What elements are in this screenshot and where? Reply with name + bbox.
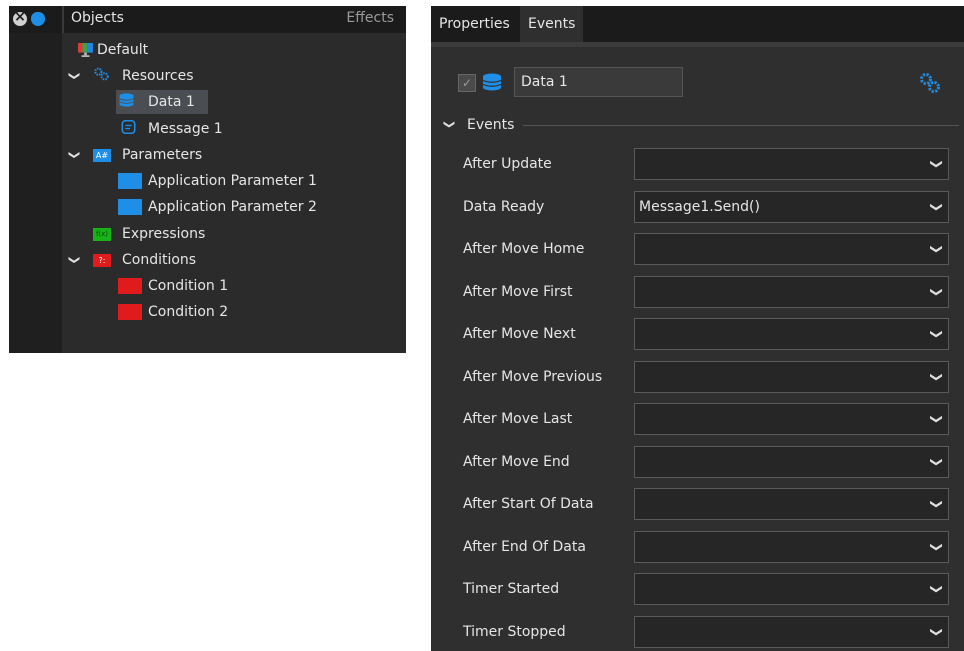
- event-row: After Move End ❯: [447, 445, 952, 479]
- event-handler-select[interactable]: ❯: [634, 360, 952, 393]
- tree-node-label: Data 1: [148, 94, 195, 110]
- event-handler-select[interactable]: ❯: [634, 233, 949, 265]
- section-title-events[interactable]: Events: [467, 114, 514, 136]
- tree-node-label: Condition 1: [148, 278, 229, 294]
- event-handler-select[interactable]: ❯: [634, 530, 952, 563]
- event-row: After End Of Data ❯: [447, 530, 952, 564]
- event-row: Timer Started ❯: [447, 572, 952, 606]
- event-label: After Move Next: [463, 326, 576, 342]
- event-handler-select[interactable]: ❯: [634, 403, 949, 435]
- tree-node-label: Application Parameter 1: [148, 173, 317, 189]
- tree-gutter: [9, 6, 62, 353]
- tab-properties[interactable]: Properties: [431, 6, 518, 42]
- chevron-down-icon[interactable]: ❯: [922, 541, 952, 551]
- chevron-down-icon[interactable]: ❯: [62, 251, 86, 269]
- event-handler-select[interactable]: ❯: [634, 318, 949, 350]
- event-label: After Update: [463, 156, 552, 172]
- event-label: After Move Previous: [463, 368, 603, 385]
- close-icon[interactable]: [13, 9, 27, 26]
- tree-node-label: Resources: [122, 68, 194, 84]
- chevron-down-icon[interactable]: ❯: [922, 414, 952, 424]
- chevron-down-icon[interactable]: ❯: [922, 286, 952, 296]
- parameter-icon: [118, 173, 142, 189]
- condition-icon: [118, 278, 142, 294]
- event-label: Timer Stopped: [463, 623, 566, 640]
- tab-underline: [431, 42, 964, 47]
- event-handler-select[interactable]: ❯: [634, 615, 952, 648]
- event-label: After End Of Data: [463, 538, 586, 555]
- tree-node-label: Application Parameter 2: [148, 199, 317, 215]
- parameters-icon: A#: [93, 149, 111, 162]
- properties-panel: Properties Events ✓ Data 1 ❯ Events Afte…: [431, 6, 964, 651]
- tab-events[interactable]: Events: [520, 6, 584, 42]
- tree-node-label: Default: [97, 42, 149, 58]
- shield-icon[interactable]: [31, 12, 45, 26]
- gears-icon: [94, 67, 109, 81]
- enabled-checkbox[interactable]: ✓: [458, 74, 476, 92]
- tree-header: Objects Effects: [9, 6, 406, 33]
- event-row: After Move Last ❯: [447, 402, 952, 436]
- parameter-icon: [118, 199, 142, 215]
- event-row: Data Ready Message1.Send() ❯: [447, 190, 952, 224]
- chevron-down-icon[interactable]: ❯: [922, 201, 952, 211]
- header-divider: [62, 6, 64, 33]
- chevron-down-icon[interactable]: ❯: [443, 120, 456, 129]
- tree-node-label: Conditions: [122, 252, 197, 268]
- event-handler-value: Message1.Send(): [639, 198, 760, 215]
- database-icon: [119, 93, 134, 107]
- condition-icon: ?:: [93, 254, 111, 267]
- chevron-down-icon[interactable]: ❯: [922, 626, 952, 636]
- condition-icon: [118, 304, 142, 320]
- event-label: After Start Of Data: [463, 496, 594, 512]
- event-label: After Move First: [463, 283, 573, 300]
- event-handler-select[interactable]: ❯: [634, 488, 949, 520]
- database-icon: [482, 73, 502, 91]
- tree-node-label: Condition 2: [148, 304, 229, 320]
- event-handler-select[interactable]: ❯: [634, 275, 952, 308]
- event-row: After Move Previous ❯: [447, 360, 952, 394]
- event-row: After Move Next ❯: [447, 317, 952, 351]
- tree-node-label: Expressions: [122, 226, 206, 242]
- event-handler-select[interactable]: Message1.Send() ❯: [634, 190, 952, 223]
- tab-effects[interactable]: Effects: [346, 10, 394, 26]
- event-handler-select[interactable]: ❯: [634, 573, 949, 605]
- message-icon: [121, 120, 136, 134]
- event-row: After Move Home ❯: [447, 232, 952, 266]
- event-handler-select[interactable]: ❯: [634, 445, 952, 478]
- chevron-down-icon[interactable]: ❯: [922, 456, 952, 466]
- event-label: After Move End: [463, 453, 570, 470]
- tab-objects[interactable]: Objects: [71, 10, 124, 26]
- event-label: Timer Started: [463, 581, 560, 597]
- chevron-down-icon[interactable]: ❯: [922, 499, 952, 509]
- gears-icon[interactable]: [919, 72, 941, 94]
- event-label: After Move Home: [463, 241, 585, 257]
- chevron-down-icon[interactable]: ❯: [922, 244, 952, 254]
- chevron-down-icon[interactable]: ❯: [922, 371, 952, 381]
- object-tree-panel: Objects Effects Default ❯ Resources: [9, 6, 406, 353]
- expression-icon: f(x): [93, 228, 111, 241]
- tab-bar: Properties Events: [431, 6, 964, 42]
- tree-node-label: Parameters: [122, 147, 203, 163]
- section-divider: [523, 125, 959, 126]
- event-label: After Move Last: [463, 411, 573, 427]
- tree-node-label: Message 1: [148, 121, 223, 137]
- event-handler-select[interactable]: ❯: [634, 148, 949, 180]
- chevron-down-icon[interactable]: ❯: [922, 584, 952, 594]
- chevron-down-icon[interactable]: ❯: [62, 67, 86, 85]
- event-label: Data Ready: [463, 198, 545, 215]
- event-row: After Start Of Data ❯: [447, 487, 952, 521]
- event-row: Timer Stopped ❯: [447, 615, 952, 649]
- chevron-down-icon[interactable]: ❯: [922, 329, 952, 339]
- event-row: After Update ❯: [447, 147, 952, 181]
- object-name-field[interactable]: Data 1: [514, 67, 683, 97]
- chevron-down-icon[interactable]: ❯: [922, 159, 952, 169]
- event-row: After Move First ❯: [447, 275, 952, 309]
- monitor-icon: [78, 43, 93, 57]
- chevron-down-icon[interactable]: ❯: [62, 146, 86, 164]
